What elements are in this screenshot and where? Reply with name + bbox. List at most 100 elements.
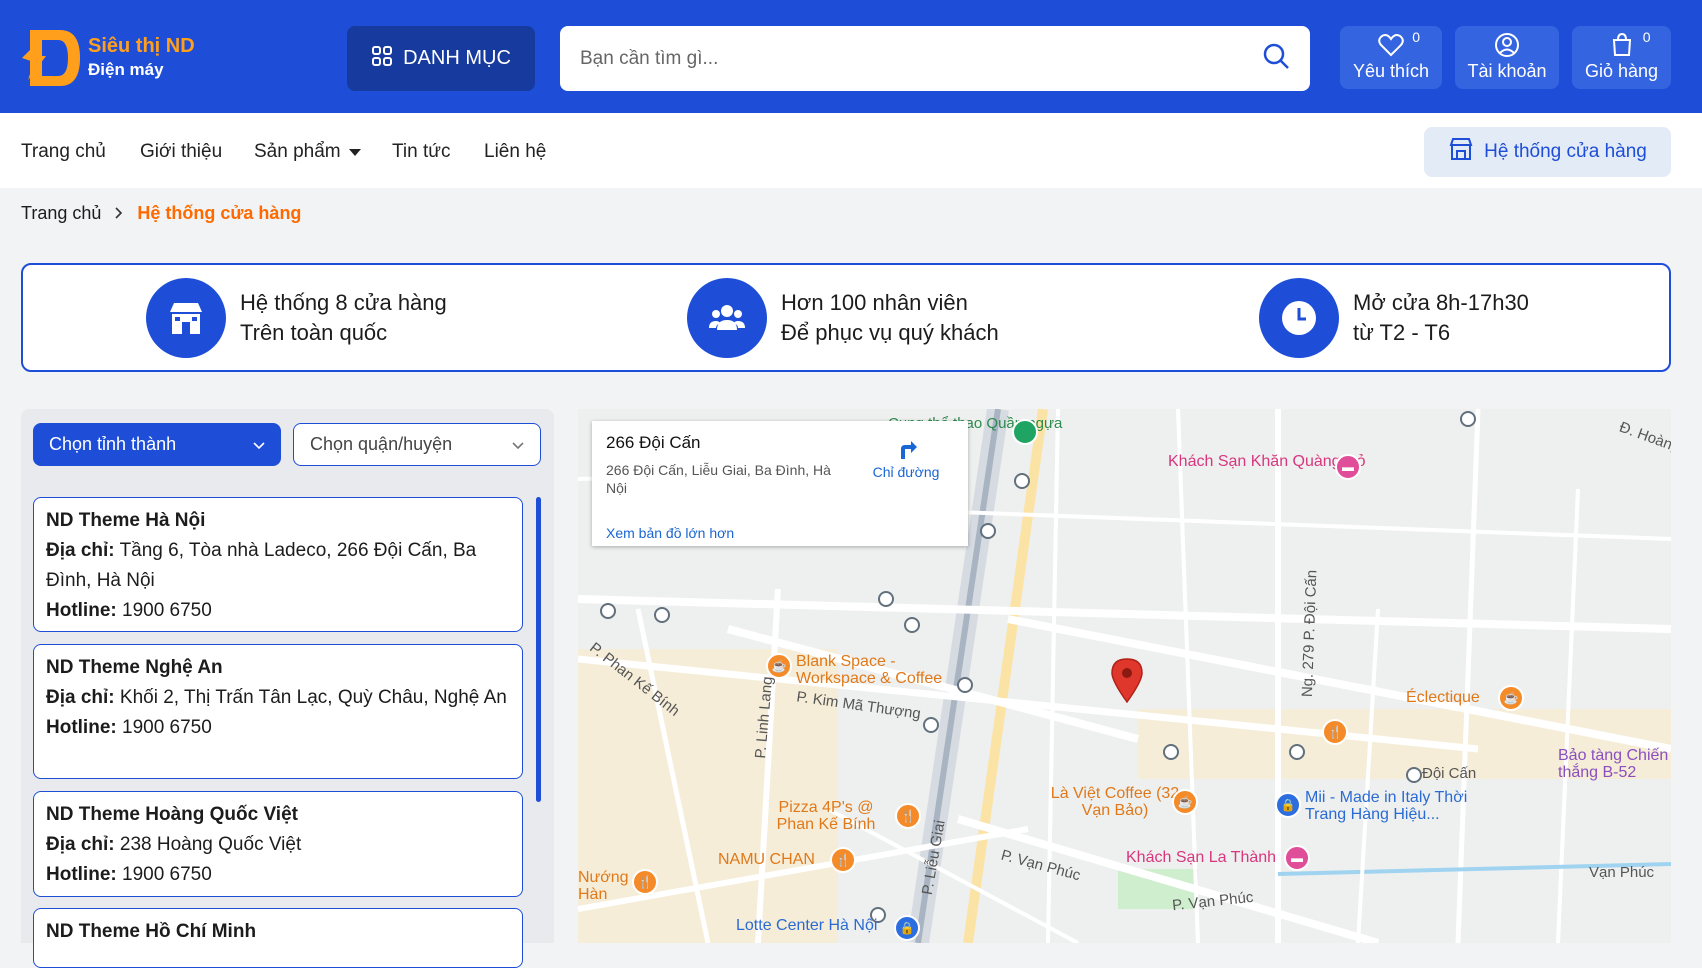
store-address: Địa chỉ: Khối 2, Thị Trấn Tân Lạc, Quỳ C… [46, 683, 510, 713]
park-marker-icon[interactable] [1012, 419, 1038, 445]
bus-stop-icon [878, 591, 894, 607]
feature-stores-line2: Trên toàn quốc [240, 320, 388, 345]
store-address: Địa chỉ: 238 Hoàng Quốc Việt [46, 830, 510, 860]
features-strip: Hệ thống 8 cửa hàng Trên toàn quốc Hơn 1… [21, 263, 1671, 372]
hotel-marker-icon[interactable]: ▬ [1335, 454, 1361, 480]
poi-label[interactable]: Bảo tàng Chiến thắng B-52 [1558, 747, 1671, 781]
cart-label: Giỏ hàng [1584, 61, 1659, 81]
search-input[interactable] [580, 47, 1262, 70]
shop-marker-icon[interactable]: 🔒 [1275, 792, 1301, 818]
store-system-button[interactable]: Hệ thống cửa hàng [1424, 127, 1671, 177]
logo-name: Siêu thị ND [88, 35, 195, 57]
feature-hours-line2: từ T2 - T6 [1353, 320, 1451, 345]
wishlist-label: Yêu thích [1352, 61, 1430, 81]
store-hotline-value: 1900 6750 [122, 717, 212, 738]
nav-item-products-label: Sản phẩm [254, 141, 341, 162]
address-label: Địa chỉ: [46, 834, 115, 855]
bus-stop-icon [1289, 744, 1305, 760]
clock-icon [1259, 278, 1339, 358]
location-pin-icon[interactable] [1110, 657, 1144, 708]
restaurant-marker-icon[interactable]: 🍴 [1322, 719, 1348, 745]
poi-label[interactable]: Khách Sạn Khăn Quàng Đỏ [1168, 453, 1365, 470]
users-icon [687, 278, 767, 358]
bus-stop-icon [1014, 473, 1030, 489]
restaurant-marker-icon[interactable]: 🍴 [632, 869, 658, 895]
feature-stores-line1: Hệ thống 8 cửa hàng [240, 290, 447, 315]
grid-icon [371, 45, 393, 73]
logo-subtitle: Điện máy [88, 60, 164, 79]
account-button[interactable]: Tài khoản [1455, 26, 1559, 89]
shop-marker-icon[interactable]: 🔒 [894, 915, 920, 941]
store-system-label: Hệ thống cửa hàng [1484, 141, 1647, 162]
bus-stop-icon [654, 607, 670, 623]
hotel-marker-icon[interactable]: ▬ [1284, 845, 1310, 871]
user-icon [1494, 32, 1520, 63]
search-icon[interactable] [1262, 42, 1290, 75]
poi-label[interactable]: Nướng Hàn [578, 869, 630, 903]
store-card[interactable]: ND Theme Nghệ An Địa chỉ: Khối 2, Thị Tr… [33, 644, 523, 779]
store-address-value: 238 Hoàng Quốc Việt [119, 834, 302, 855]
bus-stop-icon [923, 717, 939, 733]
bus-stop-icon [1163, 744, 1179, 760]
poi-label[interactable]: Éclectique [1406, 689, 1480, 706]
poi-label[interactable]: Blank Space - Workspace & Coffee [796, 653, 958, 687]
cart-count-badge: 0 [1642, 29, 1651, 45]
store-map[interactable]: P. Phan Kế Bính P. Linh Lang P. Kim Mã T… [578, 409, 1671, 943]
nav-item-about[interactable]: Giới thiệu [140, 141, 222, 163]
nav-item-home[interactable]: Trang chủ [21, 141, 106, 163]
store-card[interactable]: ND Theme Hồ Chí Minh [33, 908, 523, 968]
poi-label[interactable]: NAMU CHAN [718, 851, 815, 868]
street-label: Đội Cấn [1422, 765, 1477, 782]
wishlist-button[interactable]: 0 Yêu thích [1340, 26, 1442, 89]
poi-label[interactable]: Lotte Center Hà Nội [736, 917, 877, 934]
store-hotline: Hotline: 1900 6750 [46, 596, 510, 626]
bus-stop-icon [1406, 767, 1422, 783]
chevron-down-icon [253, 434, 265, 455]
restaurant-marker-icon[interactable]: 🍴 [830, 847, 856, 873]
search-bar [560, 26, 1310, 91]
nav-item-news[interactable]: Tin tức [392, 141, 450, 163]
category-menu-button[interactable]: DANH MỤC [347, 26, 535, 91]
larger-map-link[interactable]: Xem bản đồ lớn hơn [606, 525, 734, 541]
store-card[interactable]: ND Theme Hà Nội Địa chỉ: Tầng 6, Tòa nhà… [33, 497, 523, 632]
feature-staff: Hơn 100 nhân viên Để phục vụ quý khách [687, 278, 999, 358]
store-card[interactable]: ND Theme Hoàng Quốc Việt Địa chỉ: 238 Ho… [33, 791, 523, 897]
cafe-marker-icon[interactable]: ☕ [1172, 789, 1198, 815]
bus-stop-icon [600, 603, 616, 619]
breadcrumb-current: Hệ thống cửa hàng [137, 203, 302, 223]
directions-label: Chỉ đường [872, 464, 940, 480]
store-hotline: Hotline: 1900 6750 [46, 713, 510, 743]
breadcrumb-home[interactable]: Trang chủ [21, 203, 101, 224]
cafe-marker-icon[interactable]: ☕ [1498, 685, 1524, 711]
store-name: ND Theme Nghệ An [46, 657, 223, 678]
bus-stop-icon [980, 523, 996, 539]
map-card-address: 266 Đội Cấn, Liễu Giai, Ba Đình, Hà Nội [606, 462, 831, 496]
poi-label[interactable]: Mii - Made in Italy Thời Trang Hàng Hiệu… [1305, 789, 1475, 823]
store-address: Địa chỉ: Tầng 6, Tòa nhà Ladeco, 266 Đội… [46, 536, 510, 596]
nav-item-products[interactable]: Sản phẩm [254, 141, 361, 163]
chevron-right-icon [115, 203, 123, 224]
poi-label[interactable]: Pizza 4P's @ Phan Kế Bính [760, 799, 892, 833]
poi-label[interactable]: Là Việt Coffee (32 Vạn Bảo) [1040, 785, 1190, 819]
top-header: Siêu thị ND Điện máy DANH MỤC Bạn cần tì… [0, 0, 1702, 113]
store-hotline: Hotline: 1900 6750 [46, 860, 510, 890]
district-select[interactable]: Chọn quận/huyện [293, 423, 541, 466]
wishlist-count-badge: 0 [1412, 29, 1420, 45]
hotline-label: Hotline: [46, 600, 117, 621]
nav-item-contact[interactable]: Liên hệ [484, 141, 546, 163]
logo-icon [20, 28, 82, 88]
poi-label[interactable]: Khách Sạn La Thành [1126, 849, 1276, 866]
directions-button[interactable]: Chỉ đường [866, 435, 946, 480]
heart-icon [1378, 33, 1404, 62]
chevron-down-icon [512, 434, 524, 455]
district-select-label: Chọn quận/huyện [310, 434, 453, 454]
bus-stop-icon [904, 617, 920, 633]
province-select[interactable]: Chọn tỉnh thành [33, 423, 281, 466]
cafe-marker-icon[interactable]: ☕ [766, 653, 792, 679]
restaurant-marker-icon[interactable]: 🍴 [895, 803, 921, 829]
store-list-scrollbar[interactable] [536, 497, 541, 802]
bus-stop-icon [957, 677, 973, 693]
cart-button[interactable]: 0 Giỏ hàng [1572, 26, 1671, 89]
feature-hours-line1: Mở cửa 8h-17h30 [1353, 290, 1529, 315]
logo[interactable]: Siêu thị ND Điện máy [20, 28, 195, 88]
